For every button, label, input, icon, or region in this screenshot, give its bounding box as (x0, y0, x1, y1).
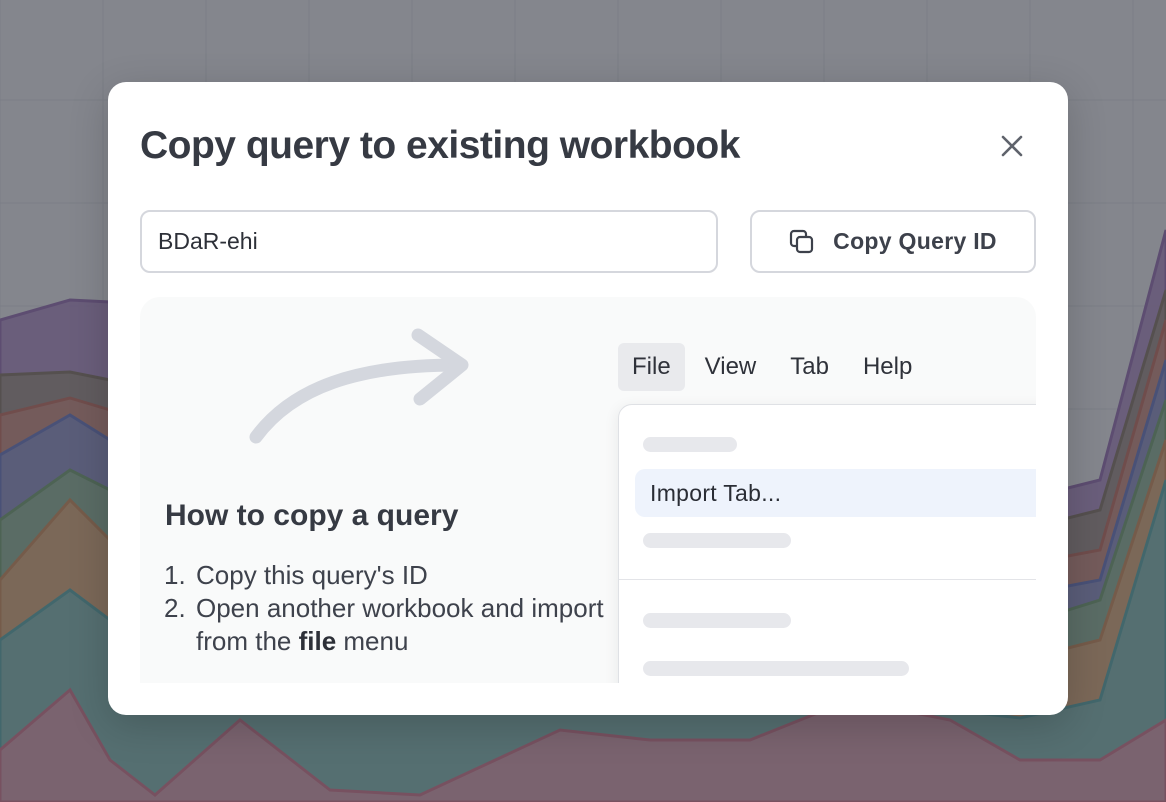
copy-icon (790, 229, 814, 253)
step-item: 2. Open another workbook and import from… (164, 592, 604, 658)
skeleton-line (643, 613, 791, 628)
curved-arrow-icon (249, 328, 469, 444)
skeleton-line (643, 533, 791, 548)
menu-file: File (618, 343, 685, 391)
close-button[interactable] (992, 126, 1032, 166)
howto-steps: 1. Copy this query's ID 2. Open another … (164, 559, 604, 658)
howto-illustration-panel: How to copy a query 1. Copy this query's… (140, 297, 1036, 683)
step-item: 1. Copy this query's ID (164, 559, 604, 592)
import-tab-menu-item: Import Tab... (635, 469, 1036, 517)
skeleton-line (643, 661, 909, 676)
step-text: Copy this query's ID (196, 560, 428, 590)
copy-query-dialog: Copy query to existing workbook Copy Que… (108, 82, 1068, 715)
skeleton-line (643, 437, 737, 452)
menu-divider (619, 579, 1036, 580)
query-id-input[interactable] (140, 210, 718, 273)
copy-button-label: Copy Query ID (833, 228, 997, 254)
step-number: 1. (164, 560, 186, 590)
step-bold-text: file (298, 626, 337, 656)
howto-heading: How to copy a query (165, 499, 459, 532)
illustration-menu-bar: File View Tab Help (618, 343, 932, 391)
menu-help: Help (862, 353, 913, 380)
menu-tab: Tab (790, 353, 829, 380)
step-text-end: menu (336, 626, 409, 656)
copy-query-id-button[interactable]: Copy Query ID (750, 210, 1036, 273)
close-icon (1001, 135, 1023, 157)
menu-view: View (704, 353, 757, 380)
step-number: 2. (164, 593, 186, 623)
illustration-dropdown-menu: Import Tab... (618, 404, 1036, 683)
import-tab-label: Import Tab... (650, 479, 782, 506)
dialog-title: Copy query to existing workbook (140, 124, 740, 167)
